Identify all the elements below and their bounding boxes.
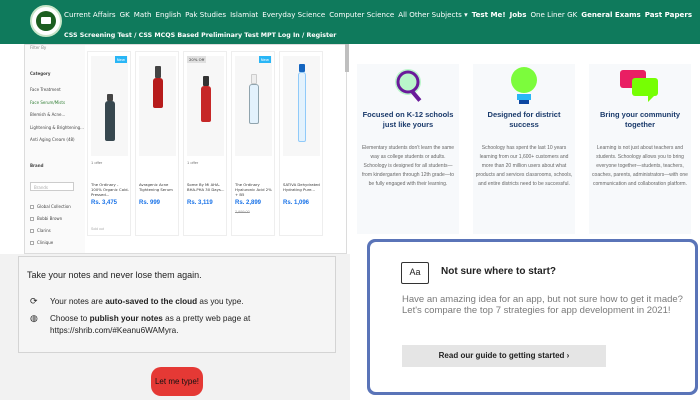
product-stock: Sold out: [91, 227, 104, 231]
feature-description: Schoology has spent the last 10 years le…: [475, 145, 573, 187]
note-headline: Take your notes and never lose them agai…: [27, 270, 202, 280]
card-title: Not sure where to start?: [441, 266, 557, 277]
page: Current Affairs GK Math English Pak Studies I…: [0, 0, 700, 400]
feature-title: Designed for district success: [487, 110, 561, 129]
product-name[interactable]: SATIVA Dehydrated Hydrating Pure...: [283, 182, 321, 192]
product-price: Rs. 2,899: [235, 200, 262, 206]
product-image[interactable]: [283, 56, 320, 156]
nav-link[interactable]: Everyday Science: [262, 10, 325, 19]
let-me-type-button[interactable]: Let me type!: [151, 367, 203, 396]
product-badge: New: [114, 56, 127, 63]
feature-title: Focused on K-12 schools just like yours: [362, 110, 454, 129]
globe-icon: ◍: [30, 313, 38, 323]
category-item[interactable]: Blemish & Acne...: [30, 112, 65, 117]
product-card[interactable]: New The Ordinary Hyaluronic Acid 2% + B5…: [231, 51, 275, 236]
nav-link[interactable]: CSS Screening Test / CSS MCQS Based Prel…: [64, 32, 259, 39]
brand-item[interactable]: Clarins: [37, 228, 51, 233]
product-image[interactable]: [235, 56, 272, 156]
brand-item[interactable]: Global Collection: [37, 204, 71, 209]
feature-column: Bring your community together Learning i…: [589, 64, 691, 234]
scrollbar-thumb[interactable]: [345, 44, 349, 72]
category-header[interactable]: Category: [30, 71, 50, 76]
category-item[interactable]: Face Serum/Mists: [30, 100, 65, 105]
product-card[interactable]: New 1 offer The Ordinary - 100% Organic …: [87, 51, 131, 236]
product-image[interactable]: [187, 56, 224, 156]
product-old-price: 2,999.00: [235, 210, 250, 214]
nav-link[interactable]: Computer Science: [329, 10, 394, 19]
feature-description: Elementary students don't learn the same…: [361, 145, 455, 187]
product-card[interactable]: SATIVA Dehydrated Hydrating Pure... Rs. …: [279, 51, 323, 236]
nav-link[interactable]: Current Affairs: [64, 10, 116, 19]
brand-checkbox[interactable]: [30, 205, 34, 209]
product-name[interactable]: The Ordinary - 100% Organic Cold-Pressed…: [91, 182, 129, 197]
feature-title: Bring your community together: [599, 110, 680, 129]
primary-nav: Current Affairs GK Math English Pak Studies I…: [64, 8, 700, 22]
filter-sidebar: Filter By Category Face Treatment Face S…: [25, 45, 85, 253]
product-price: Rs. 1,096: [283, 200, 310, 206]
brand-search-input[interactable]: Brands: [30, 182, 74, 191]
feature-column: Designed for district success Schoology …: [473, 64, 575, 234]
read-guide-button[interactable]: Read our guide to getting started ›: [402, 345, 606, 367]
feature-description: Learning is not just about teachers and …: [592, 145, 688, 187]
brand-checkbox[interactable]: [30, 229, 34, 233]
brand-search-placeholder: Brands: [34, 185, 48, 190]
product-offer: 1 offer: [187, 160, 199, 165]
category-item[interactable]: Lightening & Brightening...: [30, 125, 84, 130]
product-card[interactable]: 20% Off 1 offer Some By Mi AHA-BHA-PHA 3…: [183, 51, 227, 236]
brand-item[interactable]: Bobbi Brown: [37, 216, 62, 221]
feature-column: Focused on K-12 schools just like yours …: [357, 64, 459, 234]
site-logo[interactable]: [30, 5, 62, 37]
brand-checkbox[interactable]: [30, 241, 34, 245]
nav-link[interactable]: Past Papers: [645, 10, 692, 19]
product-image[interactable]: [139, 56, 176, 156]
product-badge: New: [258, 56, 271, 63]
lightbulb-icon: [511, 67, 537, 104]
product-listing-panel: Filter By Category Face Treatment Face S…: [24, 44, 347, 254]
sync-icon: ⟳: [30, 296, 38, 306]
logo-emblem-icon: [36, 11, 56, 31]
card-body: Have an amazing idea for an app, but not…: [402, 294, 683, 316]
nav-link[interactable]: Islamiat: [230, 10, 258, 19]
category-item[interactable]: Anti Aging Cream (48): [30, 137, 75, 142]
product-offer: 1 offer: [91, 160, 103, 165]
autosave-text: Your notes are auto-saved to the cloud a…: [50, 297, 244, 306]
nav-link[interactable]: English: [155, 10, 181, 19]
category-item[interactable]: Face Treatment: [30, 87, 61, 92]
product-name[interactable]: Some By Mi AHA-BHA-PHA 30 Days...: [187, 182, 225, 192]
brand-item[interactable]: Clinique: [37, 240, 53, 245]
nav-link[interactable]: Math: [134, 10, 152, 19]
product-price: Rs. 3,475: [91, 200, 118, 206]
publish-url[interactable]: https://shrib.com/#Keanu6WAMyra.: [50, 326, 178, 335]
typography-aa-icon: Aa: [401, 262, 429, 284]
brand-header[interactable]: Brand: [30, 163, 43, 168]
publish-text: Choose to publish your notes as a pretty…: [50, 314, 251, 323]
filter-label: Filter By: [30, 45, 47, 50]
magnifier-icon: [395, 69, 422, 102]
product-name[interactable]: Avragenic Acne Tightening Serum: [139, 182, 177, 192]
chat-bubbles-icon: [620, 70, 658, 102]
top-navigation-bar: Current Affairs GK Math English Pak Studies I…: [0, 0, 700, 44]
product-price: Rs. 999: [139, 200, 161, 206]
nav-link[interactable]: Log In / Register: [278, 32, 336, 39]
product-name[interactable]: The Ordinary Hyaluronic Acid 2% + B5: [235, 182, 273, 197]
nav-link[interactable]: General Exams: [581, 10, 641, 19]
secondary-nav: CSS Screening Test / CSS MCQS Based Prel…: [64, 30, 338, 42]
nav-link[interactable]: GK: [120, 10, 130, 19]
nav-link[interactable]: MPT: [261, 32, 276, 39]
product-card[interactable]: Avragenic Acne Tightening Serum Rs. 999: [135, 51, 179, 236]
brand-checkbox[interactable]: [30, 217, 34, 221]
nav-link[interactable]: Pak Studies: [185, 10, 226, 19]
product-badge: 20% Off: [187, 56, 207, 63]
nav-link[interactable]: All Other Subjects ▾: [398, 10, 467, 19]
nav-link[interactable]: One Liner GK: [530, 10, 577, 19]
product-image[interactable]: [91, 56, 128, 156]
product-price: Rs. 3,119: [187, 200, 213, 206]
nav-link[interactable]: Test Me!: [472, 10, 506, 19]
nav-link[interactable]: Jobs: [510, 10, 527, 19]
